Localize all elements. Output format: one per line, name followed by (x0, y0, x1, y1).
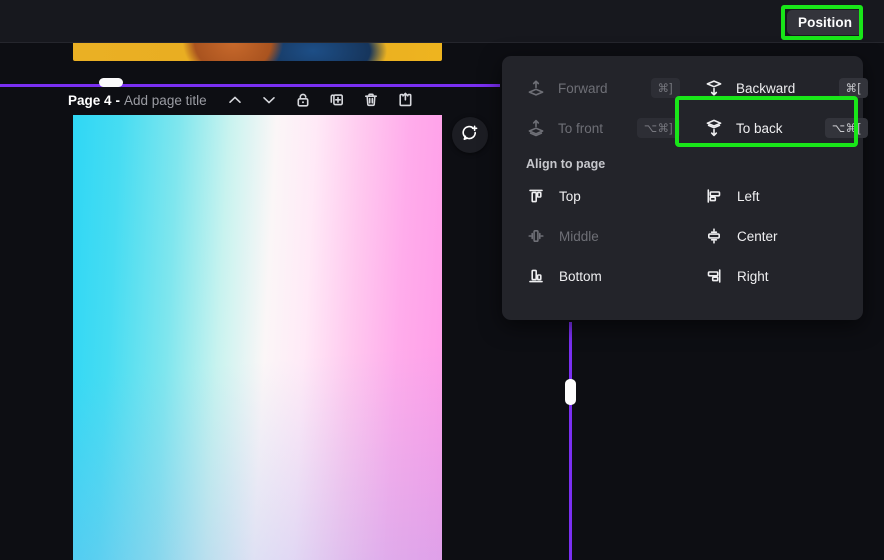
align-item-center[interactable]: Center (696, 216, 876, 256)
position-button[interactable]: Position (787, 10, 864, 35)
add-comment-button[interactable] (452, 117, 488, 153)
previous-page-thumbnail (73, 43, 442, 61)
app-root: Position Page 4 - Add page title Forward… (0, 0, 884, 560)
align-center-icon (704, 226, 724, 246)
bring-to-front-icon (526, 118, 546, 138)
bring-forward-icon (526, 78, 546, 98)
align-right-icon (704, 266, 724, 286)
chevron-up-icon (226, 91, 244, 109)
menu-item-forward-shortcut: ⌘] (650, 78, 680, 98)
move-page-up-button[interactable] (218, 87, 252, 113)
menu-item-backward-label: Backward (736, 80, 796, 96)
add-page-button[interactable] (388, 87, 422, 113)
page-divider-handle[interactable] (99, 78, 123, 87)
menu-item-forward[interactable]: Forward ⌘] (518, 68, 688, 108)
align-middle-icon (526, 226, 546, 246)
lock-page-button[interactable] (286, 87, 320, 113)
align-actions-grid: Top Left Middle Center Bottom Right (502, 176, 863, 296)
add-page-icon (396, 91, 414, 109)
menu-item-to-back-shortcut: ⌥⌘[ (824, 118, 868, 138)
trash-icon (362, 91, 380, 109)
position-button-label: Position (798, 15, 853, 30)
align-item-center-label: Center (737, 228, 778, 244)
align-left-icon (704, 186, 724, 206)
menu-item-to-front[interactable]: To front ⌥⌘] (518, 108, 688, 148)
menu-item-backward[interactable]: Backward ⌘[ (696, 68, 876, 108)
page-separator-dash: - (115, 92, 121, 108)
align-item-middle-label: Middle (559, 228, 599, 244)
align-item-middle[interactable]: Middle (518, 216, 688, 256)
menu-item-to-front-shortcut: ⌥⌘] (636, 118, 680, 138)
page-tool-group (218, 87, 422, 113)
align-item-bottom[interactable]: Bottom (518, 256, 688, 296)
delete-page-button[interactable] (354, 87, 388, 113)
menu-item-to-back-label: To back (736, 120, 783, 136)
position-dropdown-panel: Forward ⌘] Backward ⌘[To front ⌥⌘] To b… (502, 56, 868, 320)
send-backward-icon (704, 78, 724, 98)
lock-icon (294, 91, 312, 109)
menu-item-to-back[interactable]: To back ⌥⌘[ (696, 108, 876, 148)
send-to-back-icon (704, 118, 724, 138)
previous-page-artwork (73, 43, 442, 61)
align-item-top[interactable]: Top (518, 176, 688, 216)
align-bottom-icon (526, 266, 546, 286)
layer-actions-grid: Forward ⌘] Backward ⌘[To front ⌥⌘] To b… (502, 68, 868, 148)
menu-item-backward-shortcut: ⌘[ (838, 78, 868, 98)
add-comment-icon (460, 123, 480, 148)
page-canvas[interactable] (73, 115, 442, 560)
move-page-down-button[interactable] (252, 87, 286, 113)
page-header-row: Page 4 - Add page title (68, 87, 422, 113)
top-toolbar: Position (0, 0, 884, 43)
chevron-down-icon (260, 91, 278, 109)
vertical-guide-line (569, 322, 572, 560)
align-item-right[interactable]: Right (696, 256, 876, 296)
duplicate-icon (328, 91, 346, 109)
align-item-bottom-label: Bottom (559, 268, 602, 284)
page-number-label: Page 4 (68, 92, 112, 108)
align-item-right-label: Right (737, 268, 769, 284)
menu-item-to-front-label: To front (558, 120, 604, 136)
align-item-left[interactable]: Left (696, 176, 876, 216)
align-section-title: Align to page (526, 157, 606, 171)
align-item-top-label: Top (559, 188, 581, 204)
align-top-icon (526, 186, 546, 206)
menu-item-forward-label: Forward (558, 80, 608, 96)
duplicate-page-button[interactable] (320, 87, 354, 113)
align-item-left-label: Left (737, 188, 760, 204)
vertical-guide-handle[interactable] (565, 379, 576, 405)
page-title-input[interactable]: Add page title (124, 93, 207, 108)
